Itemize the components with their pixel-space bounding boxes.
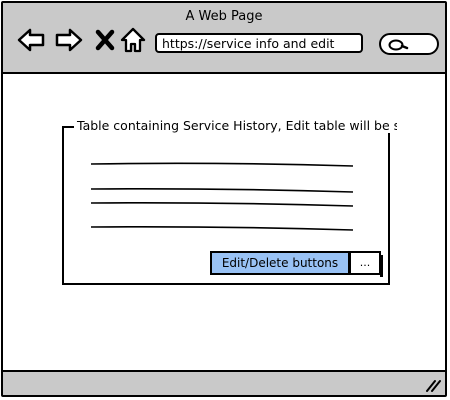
table-row xyxy=(90,202,354,207)
page-content: Table containing Service History, Edit t… xyxy=(3,74,445,373)
forward-arrow-icon[interactable] xyxy=(54,25,84,55)
button-shadow xyxy=(380,255,383,277)
back-arrow-icon[interactable] xyxy=(16,25,46,55)
search-input[interactable] xyxy=(379,33,439,55)
url-input[interactable]: https://service info and edit xyxy=(155,33,363,53)
table-row xyxy=(90,162,354,167)
service-history-panel: Table containing Service History, Edit t… xyxy=(62,118,397,286)
window-title: A Web Page xyxy=(185,9,263,24)
search-icon xyxy=(388,39,409,51)
browser-toolbar: A Web Page https://service info and edit xyxy=(3,3,445,74)
table-row xyxy=(90,188,354,193)
resize-grip-icon[interactable] xyxy=(425,378,441,392)
more-options-button[interactable]: ... xyxy=(349,251,381,275)
service-history-table xyxy=(90,162,354,231)
close-x-icon[interactable] xyxy=(91,25,121,55)
home-icon[interactable] xyxy=(118,25,148,55)
browser-window: A Web Page https://service info and edit… xyxy=(1,1,447,397)
table-row xyxy=(90,226,354,231)
status-bar xyxy=(3,370,445,395)
edit-delete-button[interactable]: Edit/Delete buttons xyxy=(210,251,350,275)
panel-title: Table containing Service History, Edit t… xyxy=(75,118,397,133)
